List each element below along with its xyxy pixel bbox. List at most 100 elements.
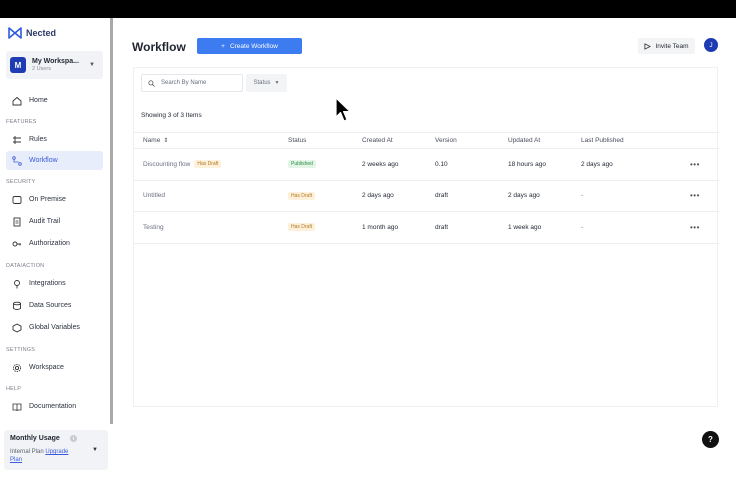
status-badge: Has Draft [288, 191, 316, 200]
page-title: Workflow [132, 40, 186, 54]
row-updated: 1 week ago [508, 223, 542, 231]
sidebar-item-on-premise[interactable]: On Premise [6, 190, 103, 209]
row-updated: 2 days ago [508, 192, 540, 200]
usage-title: Monthly Usage [10, 435, 60, 442]
server-icon [12, 195, 22, 205]
chevron-down-icon: ▼ [274, 80, 280, 86]
rules-icon [12, 135, 22, 145]
sort-icon[interactable]: ⇕ [163, 137, 168, 144]
variables-icon [12, 322, 22, 333]
user-avatar[interactable]: J [704, 38, 718, 52]
more-options-icon[interactable]: ••• [690, 212, 700, 243]
invite-team-button[interactable]: Invite Team [638, 38, 695, 54]
send-icon [644, 42, 652, 50]
row-created: 1 month ago [362, 223, 399, 231]
row-created: 2 days ago [362, 192, 394, 200]
row-last-published: 2 days ago [581, 160, 613, 168]
brand-logo[interactable]: Nected [8, 27, 56, 39]
sidebar-item-documentation[interactable]: Documentation [6, 397, 103, 416]
row-name[interactable]: Discounting flow [143, 161, 190, 168]
row-created: 2 weeks ago [362, 160, 399, 168]
gear-icon [12, 363, 22, 373]
has-draft-badge: Has Draft [194, 160, 222, 169]
sidebar-item-label: Workflow [29, 157, 58, 164]
nected-logo-icon [8, 27, 22, 39]
key-icon [12, 239, 22, 249]
column-header-version: Version [435, 137, 457, 144]
sidebar-item-data-sources[interactable]: Data Sources [6, 296, 103, 315]
table-row[interactable]: Testing Has Draft 1 month ago draft 1 we… [134, 212, 719, 244]
usage-plan: Internal Plan [10, 449, 44, 455]
sidebar-item-label: Data Sources [29, 302, 72, 309]
sidebar-item-global-variables[interactable]: Global Variables [6, 318, 103, 337]
invite-team-label: Invite Team [655, 42, 689, 50]
sidebar-item-label: Authorization [29, 240, 70, 247]
chevron-down-icon: ▼ [89, 62, 95, 68]
chevron-down-icon[interactable]: ▼ [92, 447, 98, 453]
create-workflow-label: Create Workflow [229, 42, 278, 50]
row-version: 0.10 [435, 160, 448, 168]
items-count: Showing 3 of 3 Items [141, 112, 202, 119]
upgrade-link-suffix: Plan [10, 457, 23, 463]
audit-icon [12, 217, 22, 227]
sidebar-item-audit-trail[interactable]: Audit Trail [6, 212, 103, 231]
nav-section-settings: SETTINGS [6, 347, 36, 353]
sidebar-item-integrations[interactable]: Integrations [6, 274, 103, 293]
workflow-icon [12, 155, 22, 166]
sidebar-item-label: Rules [29, 136, 47, 143]
search-icon [148, 79, 155, 87]
search-input[interactable]: Search By Name [141, 74, 243, 92]
nav-section-data-action: DATA/ACTION [6, 263, 45, 269]
workspace-users: 2 Users [32, 66, 51, 72]
search-placeholder: Search By Name [161, 80, 207, 86]
upgrade-link-text: Upgrade [45, 449, 69, 455]
table-row[interactable]: Untitled Has Draft 2 days ago draft 2 da… [134, 181, 719, 212]
row-version: draft [435, 223, 449, 231]
sidebar-item-label: Audit Trail [29, 218, 61, 225]
column-header-updated: Updated At [508, 137, 541, 144]
book-icon [12, 402, 22, 412]
plug-icon [12, 279, 22, 289]
nav-section-security: SECURITY [6, 179, 36, 185]
plus-icon: + [221, 42, 225, 50]
status-filter-label: Status [253, 80, 271, 86]
workflow-table: Name ⇕ Status Created At Version Updated … [134, 132, 719, 244]
sidebar-item-workflow[interactable]: Workflow [6, 151, 103, 170]
row-last-published: - [581, 223, 584, 231]
sidebar-item-label: Global Variables [29, 324, 80, 331]
mouse-cursor-icon [335, 97, 351, 122]
table-row[interactable]: Discounting flow Has Draft Published 2 we… [134, 149, 719, 181]
status-badge: Has Draft [288, 223, 316, 232]
workflow-list-panel: Search By Name Status ▼ Showing 3 of 3 I… [133, 67, 719, 407]
sidebar-item-label: Home [29, 97, 48, 104]
info-icon[interactable]: i [69, 435, 77, 442]
row-name[interactable]: Testing [143, 212, 164, 243]
row-version: draft [435, 192, 449, 200]
main-content: Workflow + Create Workflow Invite Team J… [113, 18, 736, 480]
sidebar-item-rules[interactable]: Rules [6, 130, 103, 149]
more-options-icon[interactable]: ••• [690, 149, 700, 180]
sidebar-item-workspace[interactable]: Workspace [6, 358, 103, 377]
monthly-usage-card[interactable]: Monthly Usage i Internal Plan Upgrade Pla… [4, 430, 108, 470]
column-header-created: Created At [362, 137, 393, 144]
sidebar-item-label: On Premise [29, 196, 66, 203]
database-icon [12, 301, 22, 311]
workspace-switcher[interactable]: M My Workspa... 2 Users ▼ [6, 51, 103, 79]
more-options-icon[interactable]: ••• [690, 181, 700, 212]
top-black-bar [0, 0, 736, 18]
home-icon [12, 96, 22, 106]
column-header-name[interactable]: Name ⇕ [143, 133, 168, 148]
sidebar-item-label: Workspace [29, 364, 64, 371]
row-last-published: - [581, 192, 584, 200]
create-workflow-button[interactable]: + Create Workflow [197, 38, 302, 54]
sidebar-item-label: Documentation [29, 403, 77, 410]
sidebar-item-authorization[interactable]: Authorization [6, 234, 103, 253]
column-header-last-published: Last Published [581, 137, 624, 144]
table-header: Name ⇕ Status Created At Version Updated … [134, 132, 719, 149]
row-name[interactable]: Untitled [143, 181, 165, 212]
status-badge: Published [288, 160, 316, 169]
sidebar-item-home[interactable]: Home [6, 91, 103, 110]
help-button[interactable]: ? [702, 431, 719, 448]
status-filter-dropdown[interactable]: Status ▼ [246, 74, 287, 92]
workspace-avatar: M [10, 57, 26, 73]
